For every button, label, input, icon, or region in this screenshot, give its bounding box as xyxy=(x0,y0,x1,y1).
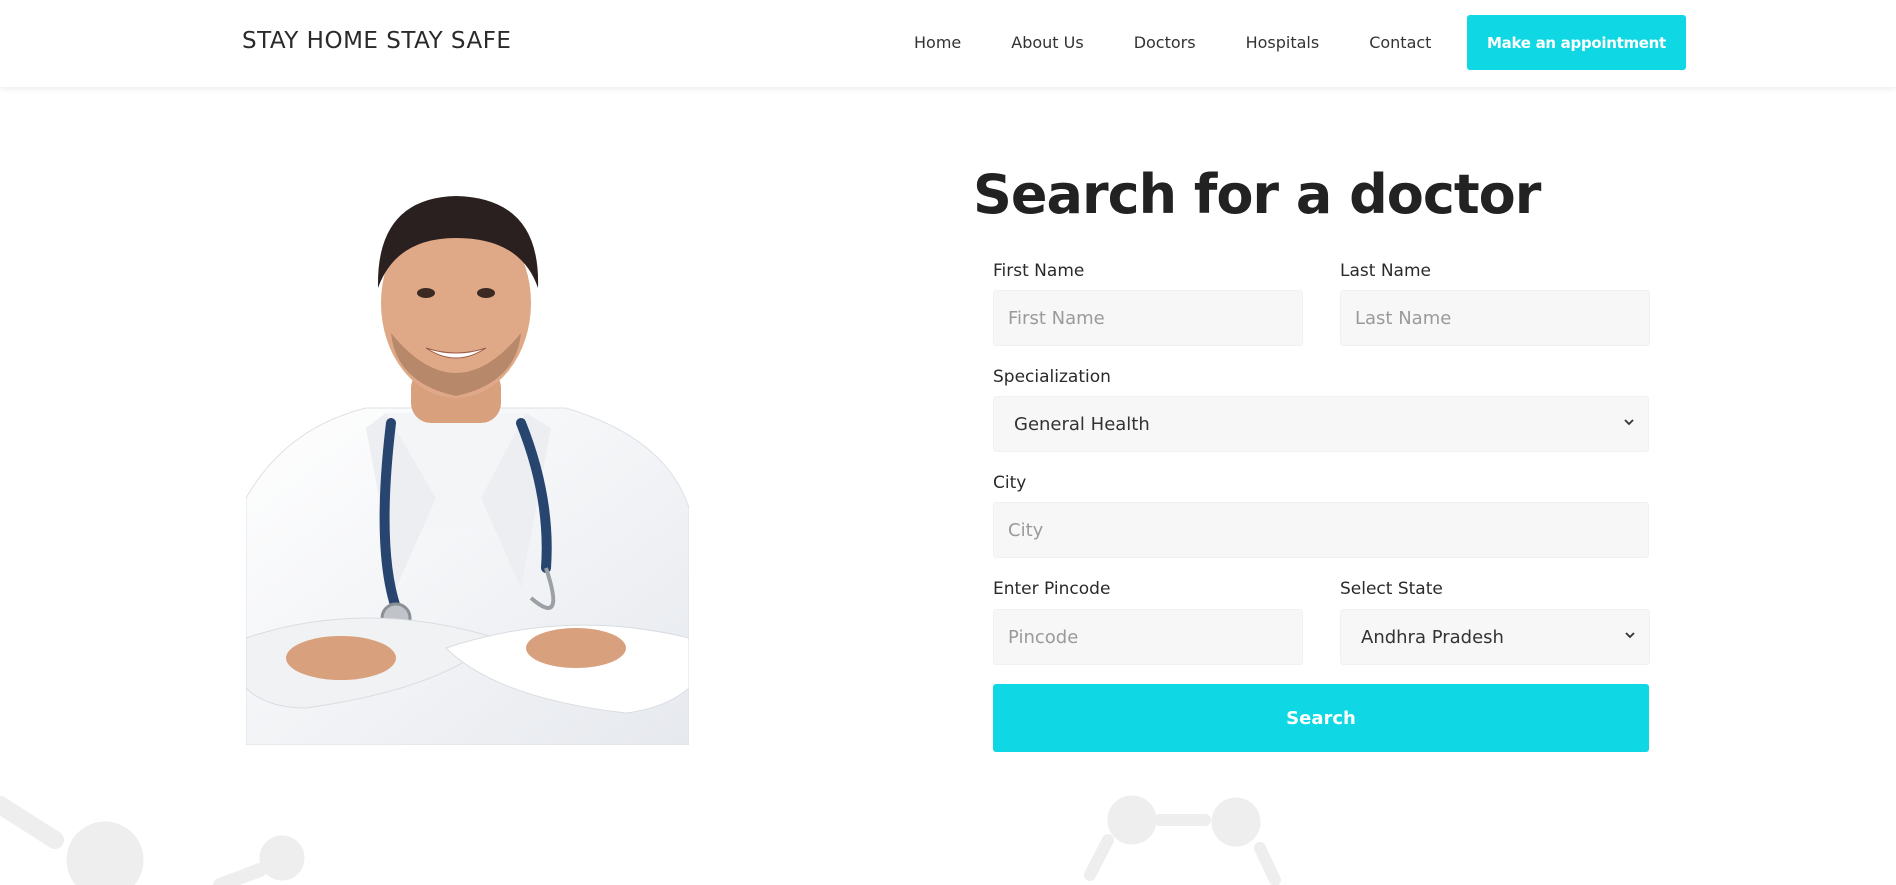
pincode-input[interactable] xyxy=(993,609,1303,665)
last-name-input[interactable] xyxy=(1340,290,1650,346)
pincode-label: Enter Pincode xyxy=(993,579,1111,599)
city-label: City xyxy=(993,473,1027,493)
doctor-photo xyxy=(246,168,689,745)
main-nav: Home About Us Doctors Hospitals Contact xyxy=(914,33,1481,52)
specialization-label: Specialization xyxy=(993,367,1111,387)
nav-link-hospitals[interactable]: Hospitals xyxy=(1246,33,1320,52)
state-select[interactable]: Andhra Pradesh xyxy=(1340,609,1650,665)
make-appointment-button[interactable]: Make an appointment xyxy=(1467,15,1686,70)
nav-link-doctors[interactable]: Doctors xyxy=(1134,33,1196,52)
nav-link-contact[interactable]: Contact xyxy=(1369,33,1431,52)
decorative-background-shapes xyxy=(0,795,1281,885)
specialization-select[interactable]: General Health xyxy=(993,396,1649,452)
page-title: Search for a doctor xyxy=(973,163,1541,226)
brand-logo-text[interactable]: STAY HOME STAY SAFE xyxy=(242,28,511,54)
state-label: Select State xyxy=(1340,579,1443,599)
state-value: Andhra Pradesh xyxy=(1361,626,1504,648)
chevron-down-icon xyxy=(1625,632,1635,639)
nav-link-home[interactable]: Home xyxy=(914,33,961,52)
city-input[interactable] xyxy=(993,502,1649,558)
nav-link-about-us[interactable]: About Us xyxy=(1011,33,1083,52)
last-name-label: Last Name xyxy=(1340,261,1431,281)
specialization-value: General Health xyxy=(1014,413,1150,435)
first-name-label: First Name xyxy=(993,261,1085,281)
chevron-down-icon xyxy=(1624,419,1634,426)
search-button[interactable]: Search xyxy=(993,684,1649,752)
site-header: STAY HOME STAY SAFE Home About Us Doctor… xyxy=(0,0,1896,87)
first-name-input[interactable] xyxy=(993,290,1303,346)
